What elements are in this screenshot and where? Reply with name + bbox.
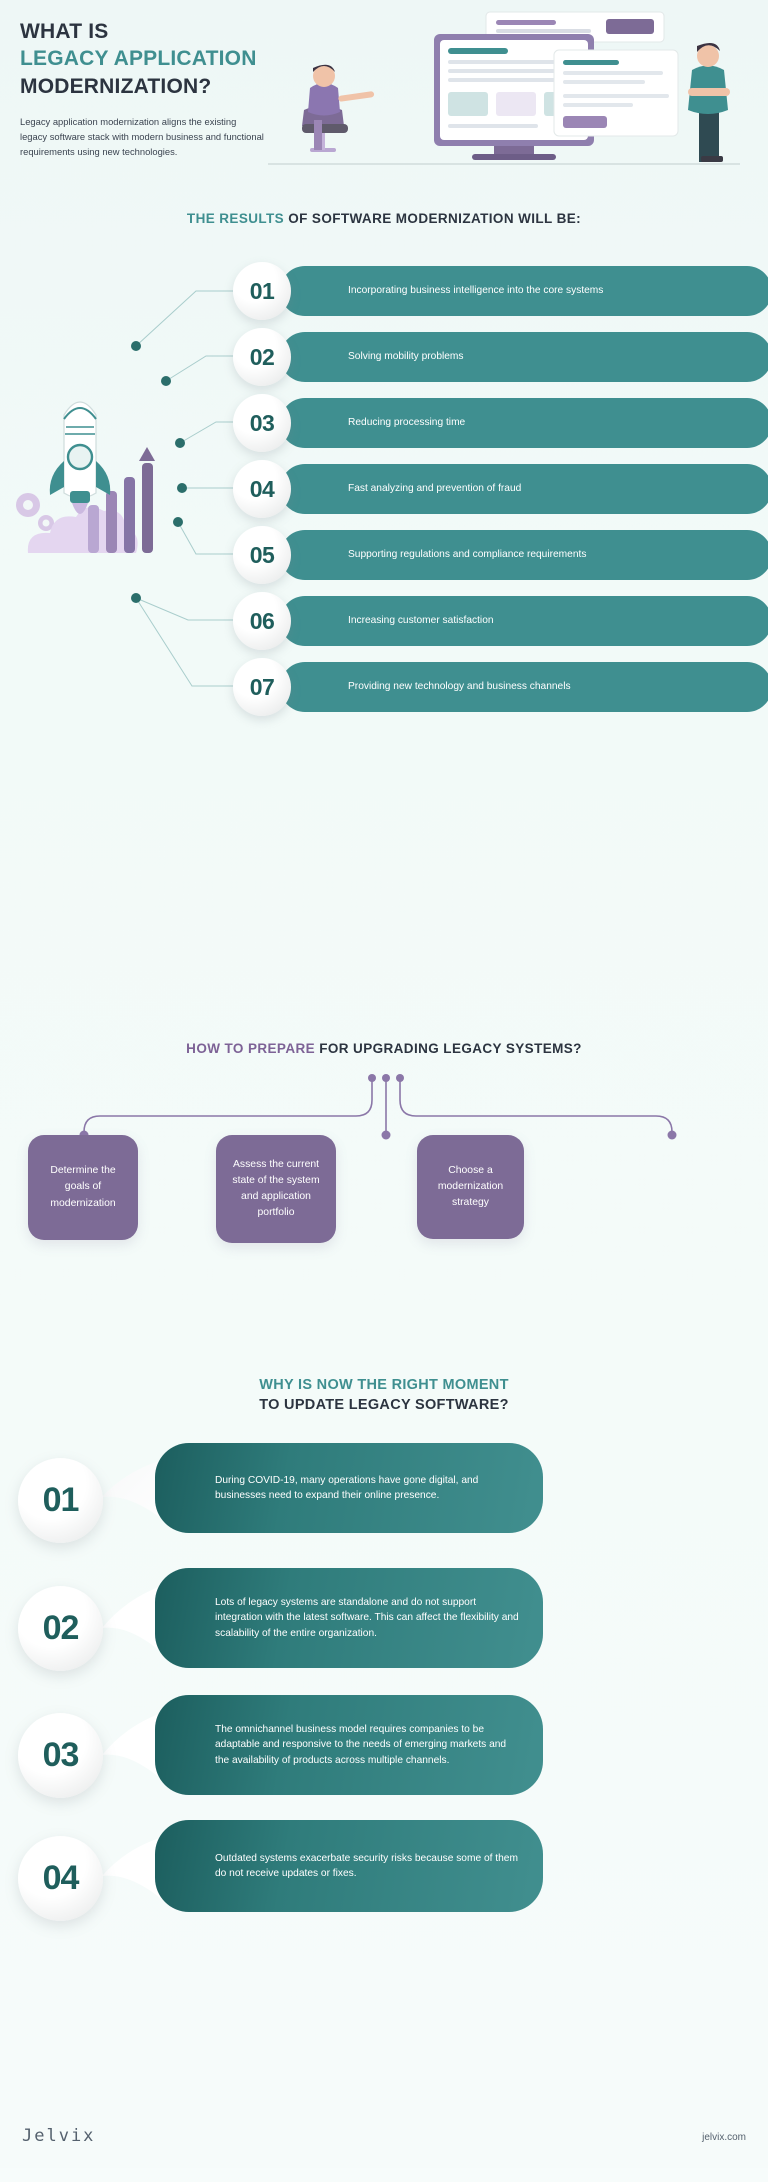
result-pill: Increasing customer satisfaction	[280, 596, 768, 646]
page-title: WHAT IS LEGACY APPLICATION MODERNIZATION…	[20, 18, 265, 100]
result-number: 03	[233, 394, 291, 452]
why-bubble: Outdated systems exacerbate security ris…	[155, 1820, 543, 1912]
title-line-2: LEGACY APPLICATION	[20, 47, 257, 71]
result-number: 06	[233, 592, 291, 650]
person-standing	[688, 42, 730, 162]
footer: Jelvix jelvix.com	[0, 2120, 768, 2166]
result-pill: Reducing processing time	[280, 398, 768, 448]
why-bubble: The omnichannel business model requires …	[155, 1695, 543, 1795]
result-text: Supporting regulations and compliance re…	[348, 548, 587, 560]
prepare-box[interactable]: Determine the goals of modernization	[28, 1135, 138, 1240]
result-text: Increasing customer satisfaction	[348, 614, 494, 626]
result-pill: Providing new technology and business ch…	[280, 662, 768, 712]
results-section-title: THE RESULTS OF SOFTWARE MODERNIZATION WI…	[0, 211, 768, 226]
why-number: 01	[18, 1458, 103, 1543]
footer-website[interactable]: jelvix.com	[702, 2132, 746, 2143]
person-seated	[302, 64, 375, 152]
why-bubble: During COVID-19, many operations have go…	[155, 1443, 543, 1533]
prepare-box-text: Assess the current state of the system a…	[232, 1158, 320, 1219]
why-text: The omnichannel business model requires …	[215, 1724, 507, 1766]
result-text: Providing new technology and business ch…	[348, 680, 571, 692]
result-pill: Supporting regulations and compliance re…	[280, 530, 768, 580]
why-number: 02	[18, 1586, 103, 1671]
result-pill: Fast analyzing and prevention of fraud	[280, 464, 768, 514]
result-text: Reducing processing time	[348, 416, 466, 428]
hero-section: WHAT IS LEGACY APPLICATION MODERNIZATION…	[0, 0, 768, 185]
hero-text-block: WHAT IS LEGACY APPLICATION MODERNIZATION…	[20, 18, 265, 160]
title-line-3: MODERNIZATION?	[20, 74, 212, 98]
bottom-strip	[0, 2168, 768, 2182]
result-number: 02	[233, 328, 291, 386]
why-title-line-1: WHY IS NOW THE RIGHT MOMENT	[259, 1377, 509, 1393]
results-title-rest: OF SOFTWARE MODERNIZATION WILL BE:	[284, 211, 582, 226]
why-section: During COVID-19, many operations have go…	[0, 1400, 768, 2100]
jelvix-logo: Jelvix	[22, 2126, 96, 2146]
result-number: 01	[233, 262, 291, 320]
result-text: Fast analyzing and prevention of fraud	[348, 482, 522, 494]
result-text: Solving mobility problems	[348, 350, 464, 362]
result-text: Incorporating business intelligence into…	[348, 284, 604, 296]
prepare-section: Determine the goals of modernization Ass…	[0, 1040, 768, 1340]
results-title-accent: THE RESULTS	[186, 211, 285, 226]
why-text: During COVID-19, many operations have go…	[215, 1474, 479, 1501]
result-number: 05	[233, 526, 291, 584]
result-number: 07	[233, 658, 291, 716]
title-line-1: WHAT IS	[20, 20, 109, 43]
result-pill: Incorporating business intelligence into…	[280, 266, 768, 316]
why-number: 03	[18, 1713, 103, 1798]
result-pill: Solving mobility problems	[280, 332, 768, 382]
prepare-box[interactable]: Choose a modernization strategy	[417, 1135, 524, 1239]
results-list: Incorporating business intelligence into…	[0, 250, 768, 716]
prepare-box-text: Determine the goals of modernization	[50, 1165, 116, 1209]
prepare-box[interactable]: Assess the current state of the system a…	[216, 1135, 336, 1243]
why-text: Outdated systems exacerbate security ris…	[215, 1852, 518, 1879]
hero-paragraph: Legacy application modernization aligns …	[20, 115, 264, 158]
hero-illustration	[268, 11, 740, 165]
why-bubble: Lots of legacy systems are standalone an…	[155, 1568, 543, 1668]
result-number: 04	[233, 460, 291, 518]
why-number: 04	[18, 1836, 103, 1921]
prepare-box-text: Choose a modernization strategy	[437, 1164, 504, 1209]
why-text: Lots of legacy systems are standalone an…	[215, 1597, 519, 1639]
